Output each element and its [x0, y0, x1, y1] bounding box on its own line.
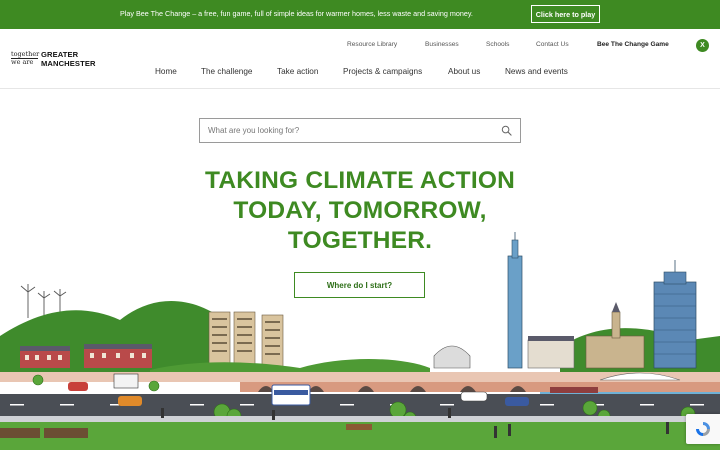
site-header: together we are GREATER MANCHESTER Resou… — [0, 29, 720, 89]
search-box — [199, 118, 521, 143]
recaptcha-icon — [696, 422, 710, 436]
logo-text-greater: GREATER — [41, 50, 79, 59]
city-illustration — [0, 232, 720, 450]
office-tower — [653, 260, 697, 369]
recaptcha-badge[interactable] — [686, 414, 720, 444]
nav-projects-campaigns[interactable]: Projects & campaigns — [343, 67, 422, 76]
tower-blocks — [208, 311, 284, 369]
where-do-i-start-button[interactable]: Where do I start? — [294, 272, 425, 298]
allotments — [0, 428, 88, 438]
pavement — [0, 416, 720, 422]
site-logo[interactable]: together we are GREATER MANCHESTER — [11, 50, 106, 70]
canal-boat — [550, 387, 598, 393]
civic-buildings — [433, 302, 645, 369]
road — [0, 394, 720, 416]
nav-take-action[interactable]: Take action — [277, 67, 318, 76]
utility-link-schools[interactable]: Schools — [486, 41, 509, 48]
hero-headline-line-3: TOGETHER. — [287, 227, 433, 254]
promo-banner: Play Bee The Change – a free, fun game, … — [0, 0, 720, 29]
nav-the-challenge[interactable]: The challenge — [201, 67, 252, 76]
play-game-button[interactable]: Click here to play — [531, 5, 600, 23]
terraced-houses — [20, 344, 152, 368]
hero-headline-line-2: TODAY, TOMORROW, — [233, 197, 487, 224]
bench — [346, 424, 372, 430]
viaduct — [0, 372, 720, 392]
logo-text-manchester: MANCHESTER — [41, 59, 96, 68]
utility-link-businesses[interactable]: Businesses — [425, 41, 459, 48]
search-icon[interactable] — [501, 125, 512, 136]
promo-banner-text: Play Bee The Change – a free, fun game, … — [120, 9, 473, 18]
hero-headline-line-1: TAKING CLIMATE ACTION — [205, 167, 515, 194]
search-input[interactable] — [200, 119, 496, 142]
logo-text-we-are: we are — [11, 58, 34, 66]
utility-link-bee-the-change-game[interactable]: Bee The Change Game — [597, 41, 669, 48]
logo-text-together: together — [11, 50, 40, 58]
x-social-icon[interactable]: X — [696, 39, 709, 52]
nav-news-and-events[interactable]: News and events — [505, 67, 568, 76]
nav-home[interactable]: Home — [155, 67, 177, 76]
nav-about-us[interactable]: About us — [448, 67, 480, 76]
utility-link-contact-us[interactable]: Contact Us — [536, 41, 569, 48]
utility-link-resource-library[interactable]: Resource Library — [347, 41, 397, 48]
